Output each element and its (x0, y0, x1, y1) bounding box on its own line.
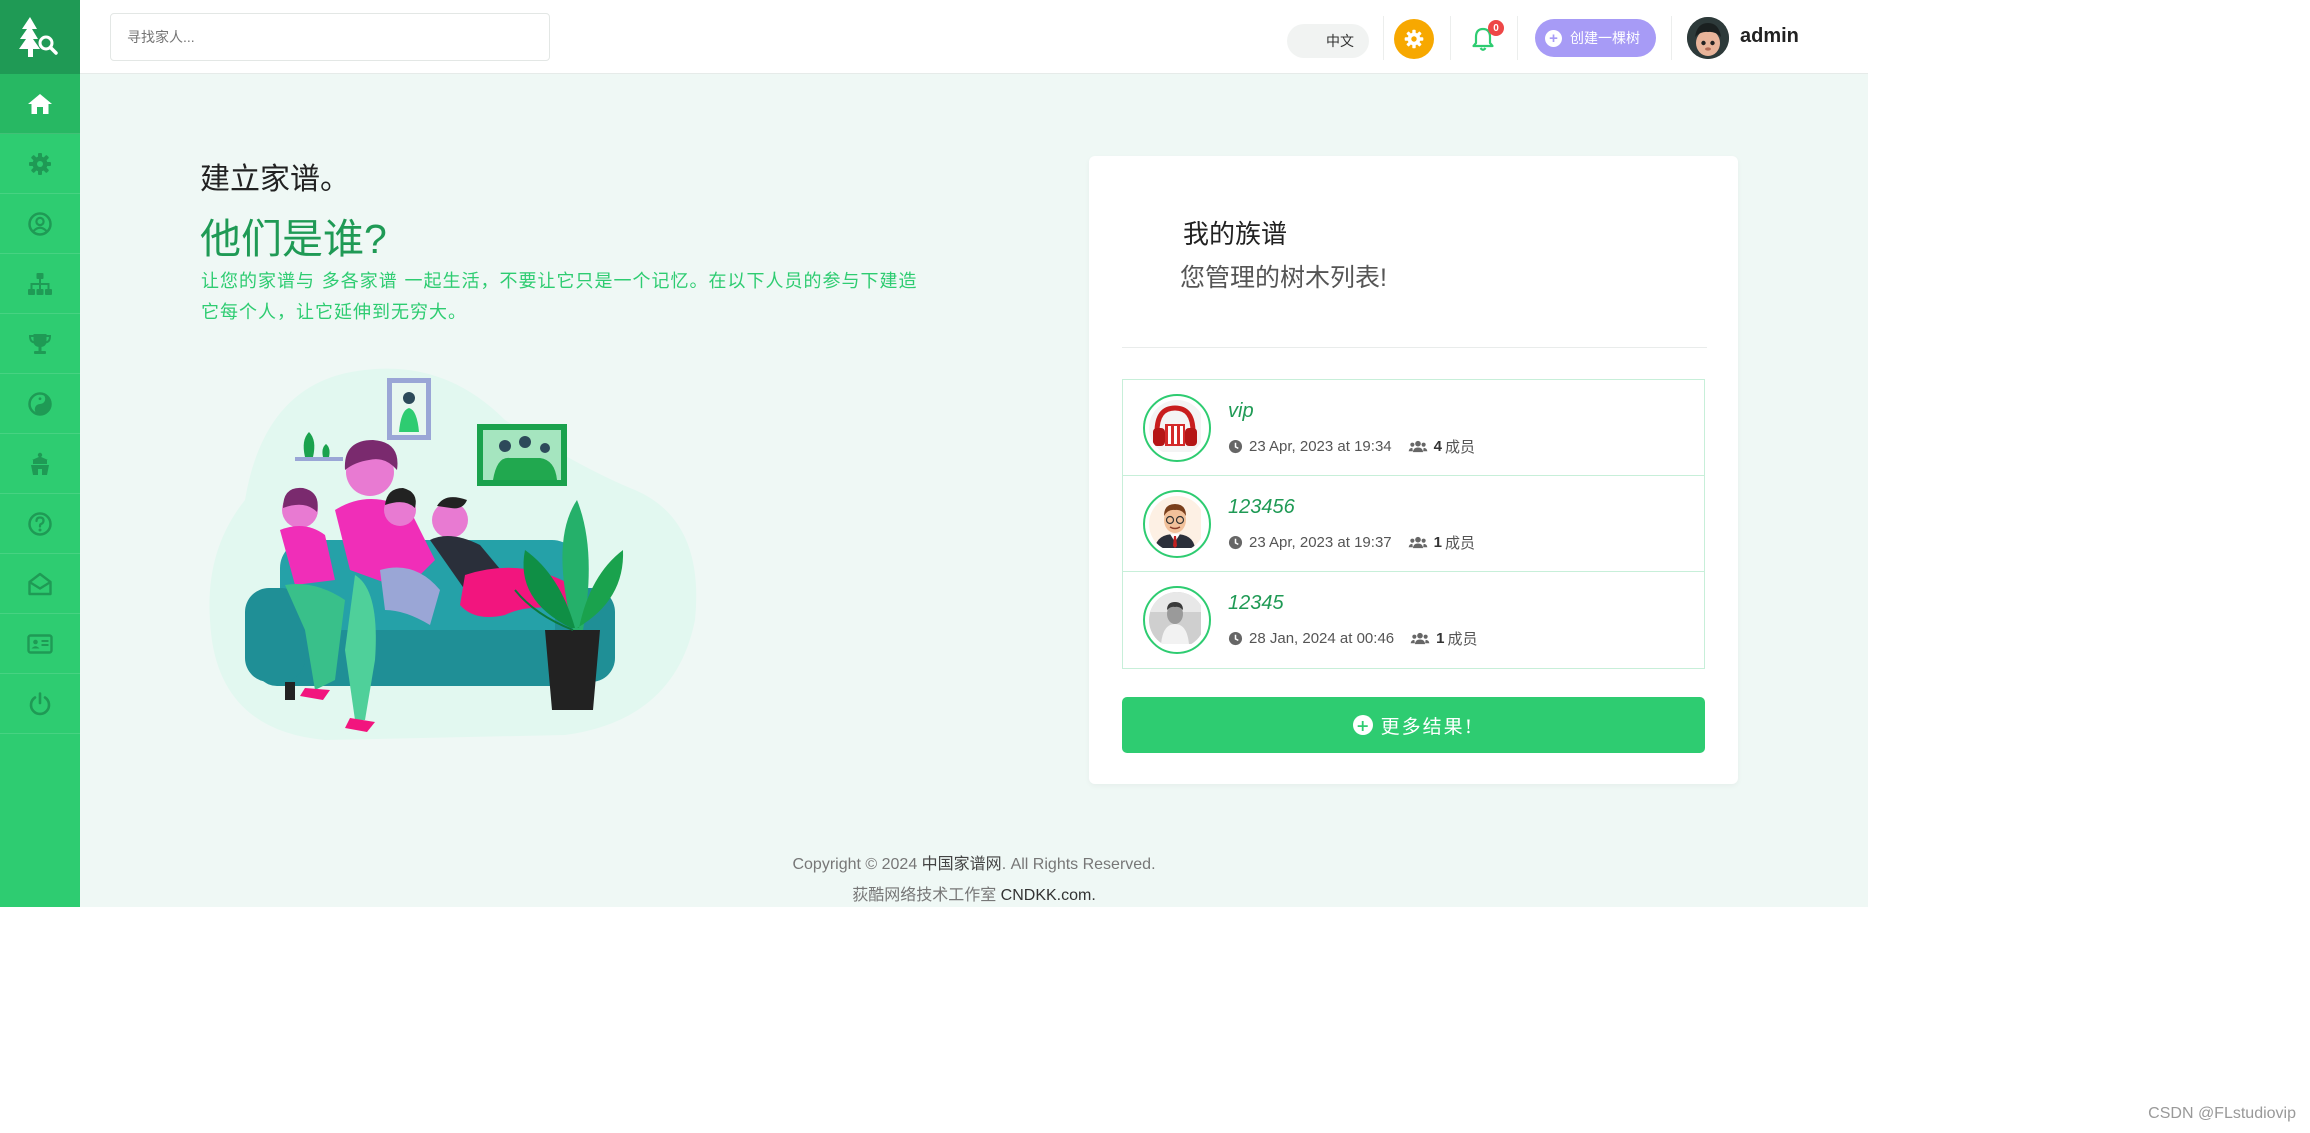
member-count: 4 (1433, 438, 1442, 455)
sidebar-nav (0, 74, 80, 734)
more-results-button[interactable]: + 更多结果! (1122, 697, 1705, 753)
sidebar-item-shrine[interactable] (0, 434, 80, 494)
id-card-icon (27, 633, 53, 654)
businessman-avatar-icon (1149, 496, 1201, 548)
photo-avatar-icon (1149, 592, 1201, 644)
list-item[interactable]: 12345 28 Jan, 2024 at 00:46 1 成员 (1123, 572, 1704, 668)
tree-date: 28 Jan, 2024 at 00:46 (1249, 630, 1395, 647)
user-circle-icon (28, 211, 52, 236)
create-tree-button[interactable]: + 创建一棵树 (1535, 19, 1656, 57)
sidebar-item-contacts[interactable] (0, 614, 80, 674)
temple-icon (31, 452, 49, 475)
home-icon (28, 93, 52, 114)
site-name-link[interactable]: 中国家谱网 (922, 856, 1002, 873)
sidebar-item-settings[interactable] (0, 134, 80, 194)
copyright-prefix: Copyright © 2024 (792, 856, 918, 873)
trophy-icon (28, 333, 52, 354)
plus-circle-icon: + (1352, 715, 1373, 735)
more-results-label: 更多结果! (1380, 715, 1475, 738)
card-subtitle: 您管理的树木列表! (1180, 264, 1387, 292)
avatar (1143, 490, 1211, 558)
page-description: 让您的家谱与 多各家谱 一起生活，不要让它只是一个记忆。在以下人员的参与下建造它… (201, 271, 918, 323)
studio-name: 荻酷网络技术工作室 (852, 887, 997, 904)
sidebar-item-messages[interactable] (0, 554, 80, 614)
sidebar-item-awards[interactable] (0, 314, 80, 374)
yin-yang-icon (28, 391, 52, 416)
gear-icon (1404, 29, 1424, 49)
language-label: 中文 (1326, 33, 1354, 49)
gear-icon (29, 152, 51, 175)
tree-name[interactable]: vip (1228, 400, 1254, 423)
users-icon (1408, 440, 1427, 453)
studio-link[interactable]: CNDKK.com. (1001, 887, 1096, 904)
divider (1122, 347, 1707, 348)
settings-button[interactable] (1394, 19, 1434, 59)
sidebar-item-home[interactable] (0, 74, 80, 134)
question-icon (28, 511, 52, 536)
power-icon (29, 691, 51, 715)
top-header: 中文 0 + 创建一棵树 (80, 0, 1868, 74)
clock-icon (1228, 439, 1243, 454)
divider (1517, 16, 1518, 60)
tree-name[interactable]: 123456 (1228, 496, 1295, 519)
sidebar-item-logout[interactable] (0, 674, 80, 734)
avatar[interactable] (1687, 17, 1729, 59)
family-illustration (209, 368, 697, 740)
sidebar-item-fortune[interactable] (0, 374, 80, 434)
tree-date: 23 Apr, 2023 at 19:34 (1249, 438, 1392, 455)
clock-icon (1228, 631, 1243, 646)
user-name[interactable]: admin (1740, 25, 1799, 48)
plus-circle-icon: + (1545, 29, 1562, 47)
copyright-suffix: . All Rights Reserved. (1001, 856, 1156, 873)
footer-credits: 荻酷网络技术工作室 CNDKK.com. (0, 881, 1868, 905)
tree-name[interactable]: 12345 (1228, 592, 1284, 615)
avatar (1143, 586, 1211, 654)
language-switch[interactable]: 中文 (1287, 24, 1369, 58)
users-icon (1408, 536, 1427, 549)
tree-date: 23 Apr, 2023 at 19:37 (1249, 534, 1392, 551)
member-unit: 成员 (1447, 631, 1478, 648)
list-item[interactable]: 123456 23 Apr, 2023 at 19:37 1 成员 (1123, 476, 1704, 572)
divider (1671, 16, 1672, 60)
search-input[interactable] (110, 13, 550, 61)
users-icon (1410, 632, 1430, 645)
create-tree-label: 创建一棵树 (1570, 30, 1640, 46)
tree-meta: 23 Apr, 2023 at 19:37 1 成员 (1228, 532, 1475, 553)
watermark: CSDN @FLstudiovip (2148, 1105, 2296, 1122)
divider (1450, 16, 1451, 60)
sitemap-icon (28, 272, 52, 295)
sidebar-item-tree[interactable] (0, 254, 80, 314)
page-headline: 建立家谱。 (200, 163, 350, 196)
member-count: 1 (1436, 630, 1445, 647)
tree-meta: 28 Jan, 2024 at 00:46 1 成员 (1228, 628, 1477, 649)
tree-meta: 23 Apr, 2023 at 19:34 4 成员 (1228, 436, 1475, 457)
tree-list: vip 23 Apr, 2023 at 19:34 4 成员 123456 23… (1122, 379, 1705, 669)
avatar (1143, 394, 1211, 462)
member-unit: 成员 (1444, 439, 1475, 456)
user-avatar-icon (1687, 17, 1729, 59)
my-trees-card: 我的族谱 您管理的树木列表! vip 23 Apr, 2023 at 19:34… (1089, 156, 1738, 784)
sidebar (0, 0, 80, 907)
card-title: 我的族谱 (1183, 220, 1288, 250)
list-item[interactable]: vip 23 Apr, 2023 at 19:34 4 成员 (1123, 380, 1704, 476)
sidebar-item-help[interactable] (0, 494, 80, 554)
page-title: 他们是谁? (200, 216, 387, 262)
headphones-avatar-icon (1149, 400, 1201, 452)
clock-icon (1228, 535, 1243, 550)
member-count: 1 (1433, 534, 1442, 551)
envelope-open-icon (28, 572, 52, 595)
sidebar-item-profile[interactable] (0, 194, 80, 254)
member-unit: 成员 (1444, 535, 1475, 552)
tree-search-logo-icon[interactable] (0, 0, 80, 74)
footer-copyright: Copyright © 2024 中国家谱网. All Rights Reser… (0, 850, 1868, 874)
divider (1383, 16, 1384, 60)
notification-badge: 0 (1488, 20, 1504, 36)
app-window: 中文 0 + 创建一棵树 (0, 0, 1868, 907)
